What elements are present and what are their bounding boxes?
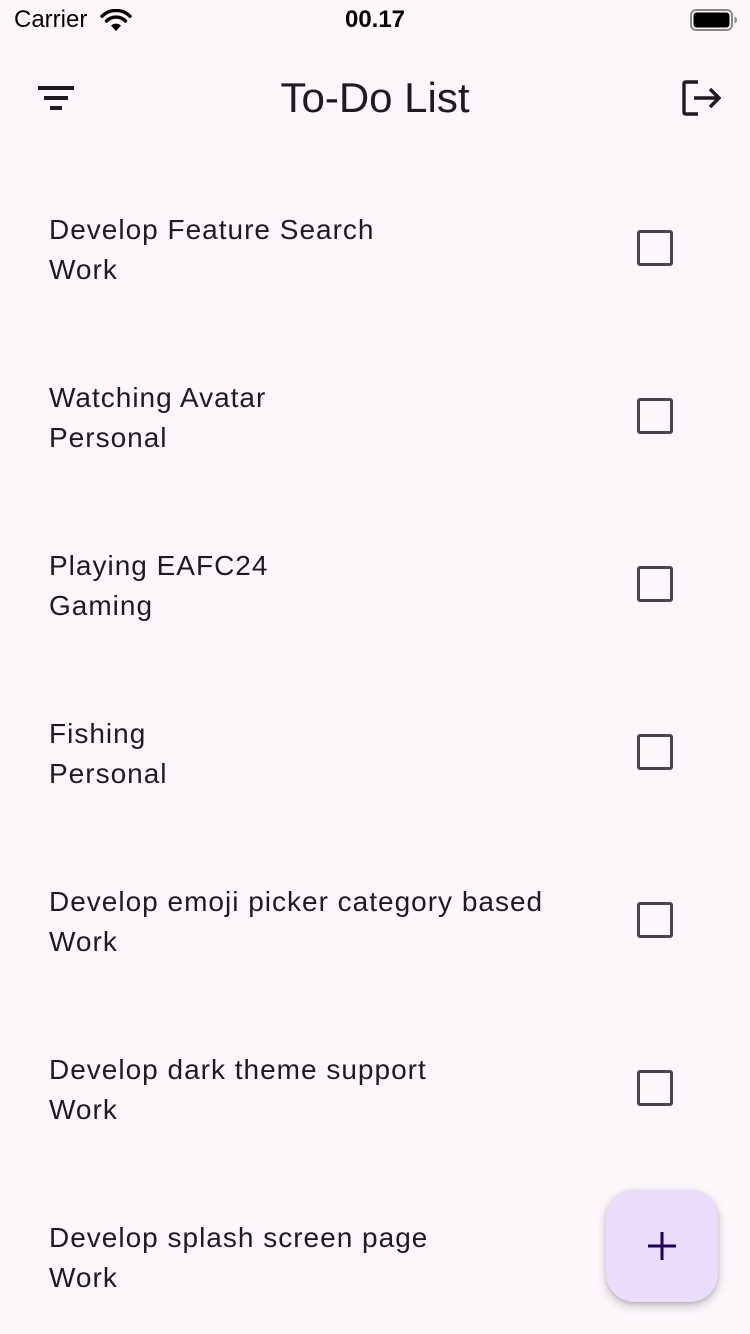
todo-title: Develop emoji picker category based — [49, 886, 544, 917]
todo-checkbox[interactable] — [637, 902, 673, 938]
app-bar: To-Do List — [0, 60, 750, 136]
todo-text: Playing EAFC24 Gaming — [49, 546, 268, 626]
todo-category: Work — [49, 254, 118, 285]
todo-item[interactable]: Playing EAFC24 Gaming — [0, 500, 750, 668]
page-title: To-Do List — [280, 74, 470, 121]
todo-checkbox[interactable] — [637, 566, 673, 602]
status-time: 00.17 — [344, 6, 406, 33]
todo-category: Personal — [49, 422, 168, 453]
todo-category: Work — [49, 1262, 118, 1293]
todo-title: Fishing — [49, 718, 147, 749]
todo-checkbox[interactable] — [637, 230, 673, 266]
todo-item[interactable]: Develop dark theme support Work — [0, 1004, 750, 1172]
todo-list: Develop Feature Search Work Watching Ava… — [0, 164, 750, 1334]
todo-title: Develop Feature Search — [49, 214, 375, 245]
todo-text: Develop Feature Search Work — [49, 210, 375, 290]
todo-title: Watching Avatar — [49, 382, 267, 413]
todo-text: Watching Avatar Personal — [49, 378, 266, 458]
todo-category: Work — [49, 926, 118, 957]
logout-icon[interactable] — [676, 74, 726, 122]
todo-category: Work — [49, 1094, 118, 1125]
todo-text: Develop splash screen page Work — [49, 1218, 428, 1298]
todo-checkbox[interactable] — [637, 734, 673, 770]
todo-title: Develop dark theme support — [49, 1054, 427, 1085]
todo-item[interactable]: Develop emoji picker category based Work — [0, 836, 750, 1004]
todo-category: Personal — [49, 758, 168, 789]
plus-icon — [648, 1232, 676, 1260]
todo-title: Playing EAFC24 — [49, 550, 269, 581]
todo-item[interactable]: Watching Avatar Personal — [0, 332, 750, 500]
todo-text: Fishing Personal — [49, 714, 168, 794]
todo-text: Develop dark theme support Work — [49, 1050, 427, 1130]
todo-checkbox[interactable] — [637, 398, 673, 434]
todo-title: Develop splash screen page — [49, 1222, 429, 1253]
todo-checkbox[interactable] — [637, 1070, 673, 1106]
todo-text: Develop emoji picker category based Work — [49, 882, 543, 962]
todo-category: Gaming — [49, 590, 154, 621]
screen: Carrier 00.17 To-Do List Develop Feature… — [0, 0, 750, 1334]
battery-icon — [690, 9, 737, 31]
status-bar: Carrier 00.17 — [0, 0, 750, 40]
add-todo-button[interactable] — [606, 1190, 718, 1302]
todo-item[interactable]: Develop Feature Search Work — [0, 164, 750, 332]
todo-item[interactable]: Fishing Personal — [0, 668, 750, 836]
